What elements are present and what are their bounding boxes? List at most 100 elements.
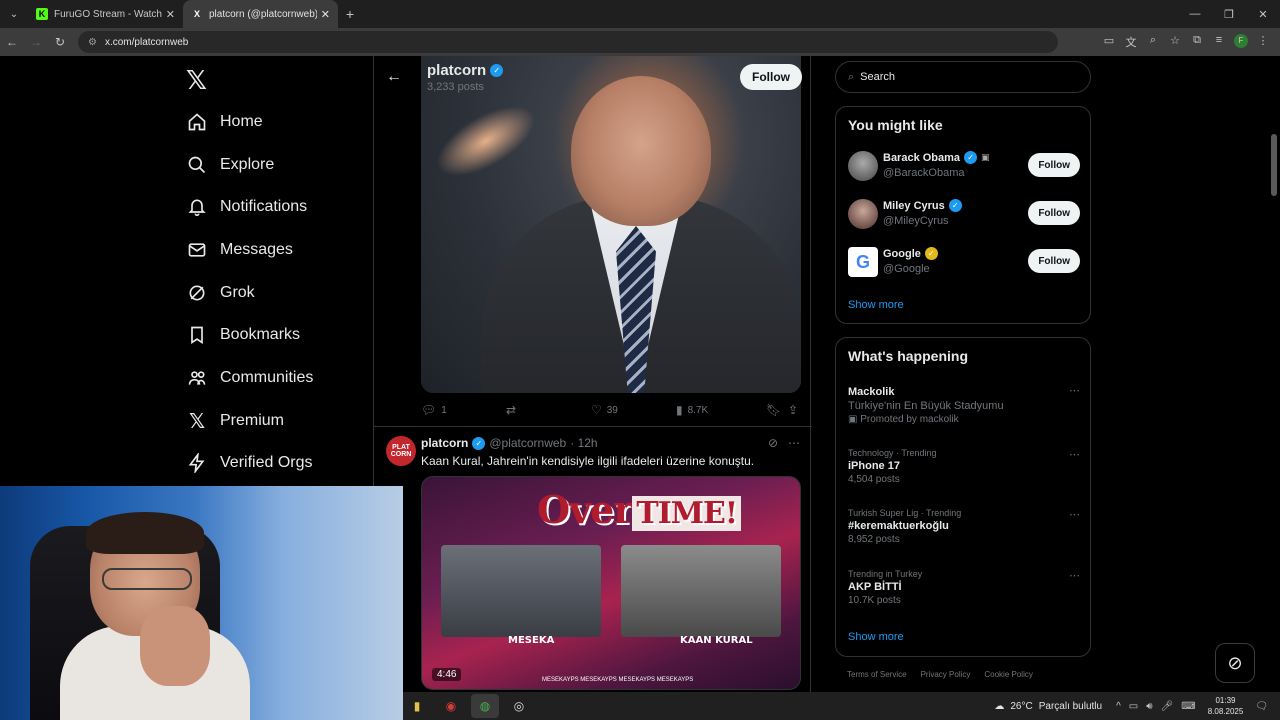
- suggested-user[interactable]: Barack Obama ✓ ▣ @BarackObama Follow: [848, 149, 1080, 183]
- share-button[interactable]: ⇪: [788, 403, 803, 417]
- x-favicon-icon: X: [193, 9, 200, 19]
- video-title-part2: TIME!: [632, 496, 741, 531]
- tab-search-icon[interactable]: ⌄: [0, 0, 28, 28]
- obs-icon[interactable]: ◎: [505, 694, 533, 718]
- file-explorer-icon[interactable]: ▮: [403, 694, 431, 718]
- tweet-video[interactable]: Over TIME! MESEKA KAAN KURAL MESEKAYPS ME…: [421, 476, 801, 690]
- close-window-icon[interactable]: ✕: [1246, 0, 1280, 28]
- google-logo-icon[interactable]: G: [848, 247, 878, 277]
- grok-float-button[interactable]: ⊘: [1215, 643, 1255, 683]
- profile-avatar[interactable]: F: [1234, 34, 1248, 48]
- gov-badge-icon: ▣: [981, 152, 990, 162]
- trend-item[interactable]: Technology · Trending iPhone 17 4,504 po…: [848, 448, 1080, 485]
- notifications-icon[interactable]: 🗨︎: [1255, 701, 1268, 712]
- follow-button[interactable]: Follow: [1028, 249, 1080, 273]
- grok-explain-icon[interactable]: ⊘: [768, 436, 778, 450]
- more-options-icon[interactable]: ⋯: [788, 436, 800, 450]
- you-might-like-card: You might like Barack Obama ✓ ▣ @BarackOba…: [835, 106, 1091, 324]
- scrollbar-thumb[interactable]: [1271, 134, 1277, 196]
- more-options-icon[interactable]: ⋯: [1069, 508, 1080, 521]
- reload-icon[interactable]: ↻: [48, 35, 72, 49]
- show-more-link[interactable]: Show more: [848, 631, 904, 643]
- nav-notifications[interactable]: Notifications: [186, 192, 307, 222]
- nav-home[interactable]: Home: [186, 107, 263, 137]
- clock[interactable]: 01:39 8.08.2025: [1208, 695, 1244, 717]
- nav-explore[interactable]: Explore: [186, 150, 274, 180]
- trend-item[interactable]: Turkish Super Lig · Trending #keremaktue…: [848, 508, 1080, 545]
- nav-grok[interactable]: Grok: [186, 278, 255, 308]
- bookmark-button[interactable]: 🔖︎: [766, 403, 788, 417]
- tab-platcorn[interactable]: X platcorn (@platcornweb) / X ✕: [183, 0, 338, 28]
- nav-messages[interactable]: Messages: [186, 235, 293, 265]
- address-bar[interactable]: ⚙ x.com/platcornweb: [78, 31, 1058, 53]
- retweet-button[interactable]: ⇄: [506, 403, 591, 417]
- tweet-image[interactable]: [421, 56, 801, 393]
- user-name: Google ✓: [883, 247, 938, 260]
- follow-button[interactable]: Follow: [740, 64, 802, 90]
- user-name-text: Miley Cyrus: [883, 199, 945, 212]
- restore-icon[interactable]: ❐: [1212, 0, 1246, 28]
- tab-furugo[interactable]: K FuruGO Stream - Watch Live on ✕: [28, 0, 183, 28]
- more-options-icon[interactable]: ⋯: [1069, 448, 1080, 461]
- chrome-icon[interactable]: ◍: [471, 694, 499, 718]
- nav-verified-orgs[interactable]: Verified Orgs: [186, 448, 312, 478]
- scrollbar[interactable]: [1268, 56, 1280, 692]
- app-red-icon[interactable]: ◉: [437, 694, 465, 718]
- url-text: x.com/platcornweb: [104, 36, 189, 48]
- tweet-time[interactable]: · 12h: [570, 436, 597, 450]
- back-icon[interactable]: ←: [0, 35, 24, 49]
- nav-communities[interactable]: Communities: [186, 363, 313, 393]
- author-handle[interactable]: @platcornweb: [489, 436, 566, 450]
- footer-links: Terms of Service Privacy Policy Cookie P…: [847, 670, 1033, 679]
- zoom-icon[interactable]: ⌕: [1142, 34, 1164, 50]
- back-arrow-icon[interactable]: ←: [386, 68, 402, 86]
- tweet-text: Kaan Kural, Jahrein'in kendisiyle ilgili…: [421, 454, 755, 468]
- minimize-icon[interactable]: —: [1178, 0, 1212, 28]
- forward-icon[interactable]: →: [24, 35, 48, 49]
- mic-icon[interactable]: 🎤︎: [1161, 701, 1174, 712]
- views-button[interactable]: ▮ 8.7K: [676, 403, 766, 417]
- suggested-user[interactable]: Miley Cyrus ✓ @MileyCyrus Follow: [848, 197, 1080, 231]
- new-tab-button[interactable]: +: [338, 6, 362, 22]
- volume-icon[interactable]: 🔊︎: [1146, 701, 1152, 712]
- follow-button[interactable]: Follow: [1028, 153, 1080, 177]
- close-tab-icon[interactable]: ✕: [166, 8, 175, 21]
- footer-link[interactable]: Cookie Policy: [984, 670, 1032, 679]
- reply-button[interactable]: 💬︎ 1: [421, 403, 506, 417]
- site-info-icon[interactable]: ⚙: [88, 37, 97, 48]
- footer-link[interactable]: Privacy Policy: [921, 670, 971, 679]
- weather-widget[interactable]: ☁ 26°C Parçalı bulutlu: [994, 701, 1102, 712]
- chevron-up-icon[interactable]: ^: [1116, 701, 1121, 712]
- image-blur: [425, 91, 547, 191]
- nav-bookmarks[interactable]: Bookmarks: [186, 320, 300, 350]
- avatar[interactable]: PLAT CORN: [386, 436, 416, 466]
- more-options-icon[interactable]: ⋯: [1069, 384, 1080, 397]
- bookmark-star-icon[interactable]: ☆: [1164, 34, 1186, 50]
- show-more-link[interactable]: Show more: [848, 299, 904, 311]
- translate-icon[interactable]: 文: [1120, 34, 1142, 50]
- trend-item[interactable]: Trending in Turkey AKP BİTTİ 10.7K posts…: [848, 569, 1080, 606]
- close-tab-icon[interactable]: ✕: [321, 8, 330, 21]
- bookmark-icon: [186, 324, 208, 346]
- cast-icon[interactable]: ▭: [1098, 34, 1120, 50]
- author-name[interactable]: platcorn: [421, 436, 468, 450]
- extensions-icon[interactable]: ⧉: [1186, 34, 1208, 50]
- more-options-icon[interactable]: ⋯: [1069, 569, 1080, 582]
- window-controls: — ❐ ✕: [1178, 0, 1280, 28]
- network-icon[interactable]: ▭: [1129, 701, 1138, 712]
- trend-item[interactable]: Mackolik Türkiye'nin En Büyük Stadyumu ▣…: [848, 384, 1080, 425]
- keyboard-icon[interactable]: ⌨: [1181, 701, 1195, 712]
- x-logo-icon[interactable]: 𝕏: [186, 66, 214, 94]
- media-icon[interactable]: ≡: [1208, 34, 1230, 50]
- avatar[interactable]: [848, 151, 878, 181]
- avatar[interactable]: [848, 199, 878, 229]
- footer-link[interactable]: Terms of Service: [847, 670, 907, 679]
- suggested-user[interactable]: G Google ✓ @Google Follow: [848, 245, 1080, 279]
- nav-premium[interactable]: 𝕏 Premium: [186, 406, 284, 436]
- follow-button[interactable]: Follow: [1028, 201, 1080, 225]
- trend-meta: Trending in Turkey: [848, 569, 923, 579]
- search-input[interactable]: ⌕ Search: [835, 61, 1091, 93]
- people-icon: [186, 367, 208, 389]
- menu-icon[interactable]: ⋮: [1252, 34, 1274, 50]
- like-button[interactable]: ♡ 39: [591, 403, 676, 417]
